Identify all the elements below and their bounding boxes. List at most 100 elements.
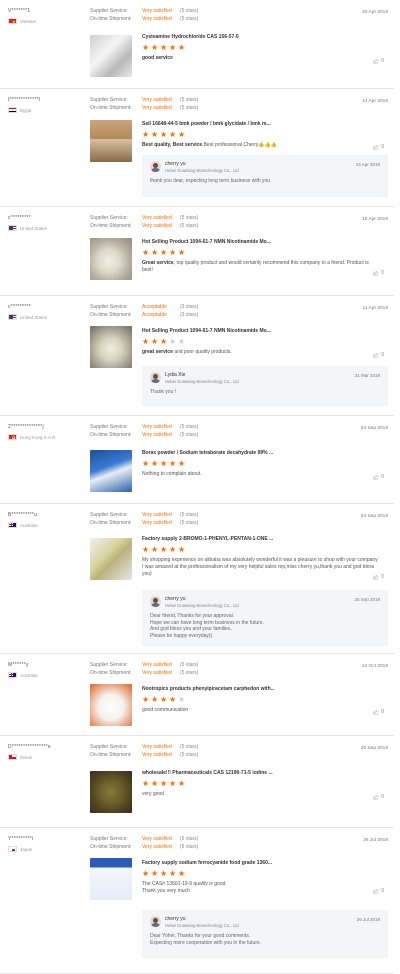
- product-title-link[interactable]: Hot Selling Product 1094-61-7 NMN Nicoti…: [142, 328, 378, 334]
- product-title-link[interactable]: Hot Selling Product 1094-61-7 NMN Nicoti…: [142, 239, 378, 245]
- star-filled-icon: ★: [151, 459, 159, 468]
- ontime-shipment-stars: (5 stars): [180, 223, 199, 229]
- supplier-service-value: Acceptable: [142, 304, 167, 310]
- review-text: Nothing to complain about.: [142, 471, 202, 477]
- like-button[interactable]: 0: [373, 58, 384, 64]
- buyer-name: V*******1: [8, 8, 31, 14]
- review-item: c********* United States Supplier Servic…: [0, 296, 400, 416]
- product-thumbnail[interactable]: [90, 120, 132, 162]
- product-title-link[interactable]: Nootropics products phenylpiracetam carp…: [142, 686, 378, 692]
- reply-text: Dear friend, Thanks for your approval. H…: [150, 613, 264, 639]
- like-button[interactable]: 0: [373, 888, 384, 894]
- review-item: 2**************j ✿ Hong Kong S.A.R. Supp…: [0, 416, 400, 504]
- product-title-link[interactable]: Cysteamine Hydrochloride CAS 156-57-0: [142, 34, 378, 40]
- reply-text: Dear Yohei, Thanks for your good comment…: [150, 933, 262, 946]
- like-button[interactable]: 0: [373, 144, 384, 150]
- supplier-service-value: Very satisfied: [142, 97, 172, 103]
- star-filled-icon: ★: [151, 695, 159, 704]
- star-filled-icon: ★: [178, 545, 186, 554]
- review-item: c********* United States Supplier Servic…: [0, 207, 400, 296]
- reply-author: cherry yu: [165, 916, 186, 922]
- product-thumbnail[interactable]: [90, 684, 132, 726]
- review-text-emphasis: Great service: [142, 260, 174, 266]
- review-content: Sell 16648-44-5 bmk powder / bmk glycida…: [142, 121, 378, 149]
- product-title-link[interactable]: Factory supply 2-BROMO-1-PHENYL-PENTAN-1…: [142, 536, 378, 542]
- supplier-service-stars: (5 stars): [180, 512, 199, 518]
- supplier-service-value: Very satisfied: [142, 215, 172, 221]
- buyer-info: B**********u Australia: [8, 512, 82, 528]
- supplier-service-stars: (5 stars): [180, 424, 199, 430]
- product-thumbnail[interactable]: [90, 326, 132, 368]
- oman-flag-icon: [8, 754, 17, 760]
- review-text: Best quality, Best service,Best professi…: [142, 142, 278, 148]
- ontime-shipment-stars: (5 stars): [180, 105, 199, 111]
- like-button[interactable]: 0: [373, 270, 384, 276]
- ontime-shipment-label: On-time Shipment:: [90, 223, 132, 229]
- buyer-country: Japan: [8, 846, 82, 852]
- vietnam-flag-icon: ★: [8, 18, 17, 24]
- star-empty-icon: ★: [178, 695, 186, 704]
- review-content: Factory supply sodium ferrocyanide food …: [142, 860, 378, 895]
- product-title-link[interactable]: Sell 16648-44-5 bmk powder / bmk glycida…: [142, 121, 378, 127]
- ontime-shipment-label: On-time Shipment:: [90, 844, 132, 850]
- product-thumbnail[interactable]: [90, 858, 132, 900]
- review-item: V*******1 ★ Vietnam Supplier Service: Ve…: [0, 0, 400, 89]
- supplier-reply: cherry yu Hebei Guanlang Biotechnology C…: [142, 590, 388, 646]
- reply-author: cherry yu: [165, 161, 186, 167]
- like-button[interactable]: 0: [373, 794, 384, 800]
- reply-date: 25 Sep 2019: [354, 597, 380, 602]
- buyer-name: t*************l: [8, 97, 41, 103]
- star-filled-icon: ★: [142, 337, 150, 346]
- reply-text: Thank you !: [150, 389, 177, 395]
- thumbs-up-icon: [373, 888, 379, 894]
- product-thumbnail[interactable]: [90, 771, 132, 813]
- supplier-service-value: Very satisfied: [142, 836, 172, 842]
- like-button[interactable]: 0: [373, 474, 384, 480]
- supplier-service-value: Very satisfied: [142, 662, 172, 668]
- like-button[interactable]: 0: [373, 352, 384, 358]
- star-filled-icon: ★: [169, 130, 177, 139]
- usa-flag-icon: [8, 225, 17, 231]
- review-date: 11 Apr 2019: [362, 306, 388, 311]
- supplier-service-label: Supplier Service:: [90, 744, 128, 750]
- review-date: 24 Sep 2019: [360, 514, 388, 519]
- ontime-shipment-label: On-time Shipment:: [90, 432, 132, 438]
- rating-stars: ★ ★ ★ ★ ★: [142, 696, 378, 704]
- reviews-list: V*******1 ★ Vietnam Supplier Service: Ve…: [0, 0, 400, 974]
- product-thumbnail[interactable]: [90, 238, 132, 280]
- product-title-link[interactable]: Borax powder / Sodium tetraborate decahy…: [142, 450, 378, 456]
- supplier-service-value: Very satisfied: [142, 424, 172, 430]
- star-empty-icon: ★: [169, 337, 177, 346]
- buyer-info: 2**************j ✿ Hong Kong S.A.R.: [8, 424, 82, 440]
- reply-date: 31 Mar 2019: [354, 373, 380, 378]
- reply-date: 26 Jul 2019: [356, 917, 380, 922]
- buyer-info: c********* United States: [8, 215, 82, 231]
- product-thumbnail[interactable]: [90, 450, 132, 492]
- like-count: 0: [381, 794, 384, 800]
- avatar: [150, 596, 161, 607]
- rating-stars: ★ ★ ★ ★ ★: [142, 460, 378, 468]
- supplier-reply: cherry yu Hebei Guanlang Biotechnology C…: [142, 910, 388, 958]
- thumbs-up-icon: [373, 474, 379, 480]
- supplier-service-label: Supplier Service:: [90, 512, 128, 518]
- buyer-country: Oman: [8, 754, 82, 760]
- like-button[interactable]: 0: [373, 709, 384, 715]
- buyer-country: Australia: [8, 522, 82, 528]
- like-button[interactable]: 0: [373, 574, 384, 580]
- reply-author: Lydia Xie: [165, 372, 186, 378]
- product-title-link[interactable]: wholesale!!! Pharmaceuticals CAS 12190-7…: [142, 770, 378, 776]
- supplier-service-stars: (5 stars): [180, 97, 199, 103]
- star-filled-icon: ★: [151, 337, 159, 346]
- product-thumbnail[interactable]: [90, 35, 132, 77]
- product-thumbnail[interactable]: [90, 538, 132, 580]
- reply-author: cherry yu: [165, 596, 186, 602]
- rating-stars: ★ ★ ★ ★ ★: [142, 546, 378, 554]
- like-count: 0: [381, 709, 384, 715]
- supplier-service-stars: (5 stars): [180, 8, 199, 14]
- country-name: Japan: [20, 846, 33, 852]
- thumbs-up-icon: [373, 709, 379, 715]
- review-content: wholesale!!! Pharmaceuticals CAS 12190-7…: [142, 770, 378, 798]
- product-title-link[interactable]: Factory supply sodium ferrocyanide food …: [142, 860, 378, 866]
- australia-flag-icon: [8, 672, 17, 678]
- star-filled-icon: ★: [151, 130, 159, 139]
